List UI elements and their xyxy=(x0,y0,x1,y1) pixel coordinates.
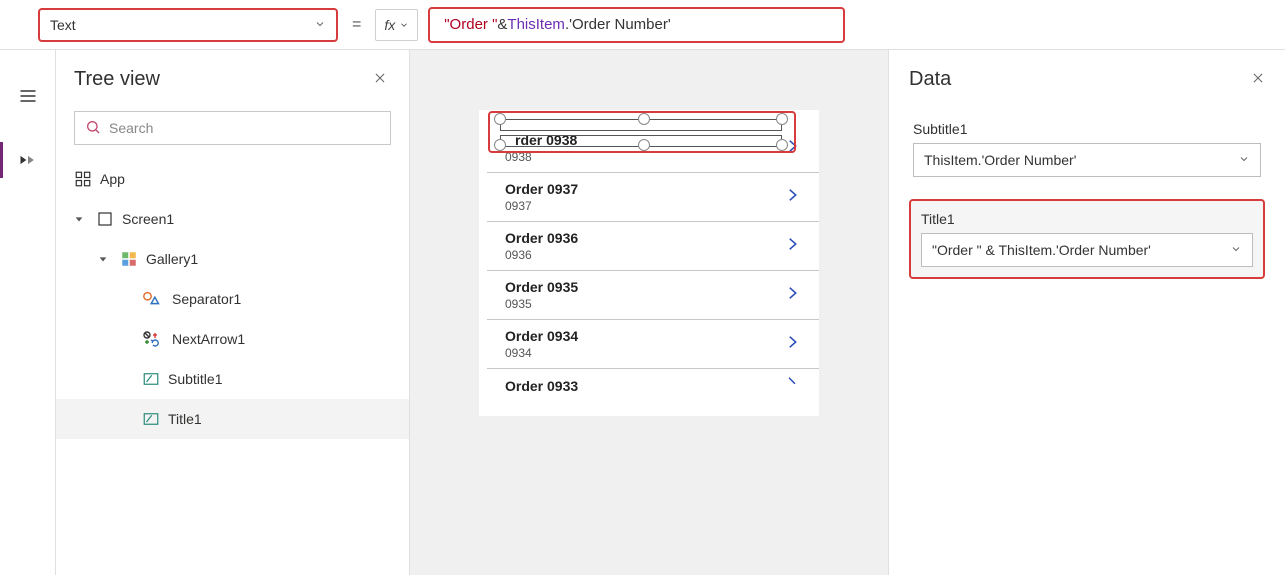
gallery-item-title: Order 0934 xyxy=(505,328,578,344)
formula-token-object: ThisItem xyxy=(507,16,565,33)
gallery-item-subtitle: 0934 xyxy=(505,346,578,360)
tree-view-panel: Tree view Search App Screen1 xyxy=(56,50,410,575)
tree-item-label: App xyxy=(100,171,125,187)
gallery-item-title: Order 0933 xyxy=(505,378,578,394)
tree-list: App Screen1 Gallery1 Separator1 xyxy=(56,159,409,575)
field-label: Subtitle1 xyxy=(913,121,1261,137)
tree-item-separator[interactable]: Separator1 xyxy=(56,279,409,319)
chevron-down-icon xyxy=(314,17,326,33)
tree-item-app[interactable]: App xyxy=(56,159,409,199)
tree-item-title[interactable]: Title1 xyxy=(56,399,409,439)
phone-screen: rder 0938 0938 Order 0937 0937 Order 0936 093… xyxy=(479,110,819,416)
label-icon xyxy=(142,370,160,388)
gallery-item-title: rder 0938 xyxy=(505,132,577,148)
canvas[interactable]: rder 0938 0938 Order 0937 0937 Order 0936 093… xyxy=(410,50,889,575)
tree-title: Tree view xyxy=(74,68,160,91)
next-arrow-icon xyxy=(142,330,164,348)
gallery-item-title: Order 0937 xyxy=(505,181,578,197)
formula-input[interactable]: "Order " & ThisItem.'Order Number' xyxy=(428,7,845,43)
next-arrow-icon[interactable] xyxy=(783,374,801,394)
next-arrow-icon[interactable] xyxy=(783,235,801,258)
app-icon xyxy=(74,170,92,188)
gallery-item[interactable]: rder 0938 0938 xyxy=(487,124,819,172)
gallery-item-subtitle: 0938 xyxy=(505,150,577,164)
property-select-value: Text xyxy=(50,17,76,33)
gallery-item-title: Order 0936 xyxy=(505,230,578,246)
gallery-icon xyxy=(120,250,138,268)
property-select[interactable]: Text xyxy=(38,8,338,42)
next-arrow-icon[interactable] xyxy=(783,186,801,209)
tree-item-label: Title1 xyxy=(168,411,202,427)
gallery-item[interactable]: Order 0935 0935 xyxy=(487,270,819,319)
gallery-item[interactable]: Order 0933 xyxy=(487,368,819,394)
tree-item-label: NextArrow1 xyxy=(172,331,245,347)
tree-item-label: Subtitle1 xyxy=(168,371,222,387)
gallery-item-subtitle: 0936 xyxy=(505,248,578,262)
gallery-item[interactable]: Order 0936 0936 xyxy=(487,221,819,270)
close-icon[interactable] xyxy=(1251,71,1265,88)
close-icon[interactable] xyxy=(373,71,387,88)
field-value: ThisItem.'Order Number' xyxy=(924,152,1076,168)
hamburger-icon[interactable] xyxy=(8,78,48,114)
tree-item-nextarrow[interactable]: NextArrow1 xyxy=(56,319,409,359)
field-select[interactable]: ThisItem.'Order Number' xyxy=(913,143,1261,177)
fx-button[interactable]: fx xyxy=(375,9,418,41)
gallery-item-subtitle: 0937 xyxy=(505,199,578,213)
next-arrow-icon[interactable] xyxy=(783,333,801,356)
search-input[interactable]: Search xyxy=(74,111,391,145)
tree-item-gallery[interactable]: Gallery1 xyxy=(56,239,409,279)
field-label: Title1 xyxy=(921,211,1253,227)
data-header: Data xyxy=(909,68,1265,91)
search-placeholder: Search xyxy=(109,120,153,136)
formula-token-op: & xyxy=(497,16,507,33)
search-icon xyxy=(85,119,101,138)
field-value: "Order " & ThisItem.'Order Number' xyxy=(932,242,1151,258)
tree-item-subtitle[interactable]: Subtitle1 xyxy=(56,359,409,399)
left-rail xyxy=(0,50,56,575)
expander-icon[interactable] xyxy=(74,214,84,224)
gallery-item[interactable]: Order 0934 0934 xyxy=(487,319,819,368)
formula-token-string: "Order " xyxy=(444,16,497,33)
label-icon xyxy=(142,410,160,428)
chevron-down-icon xyxy=(1238,152,1250,168)
tree-item-label: Screen1 xyxy=(122,211,174,227)
gallery-item[interactable]: Order 0937 0937 xyxy=(487,172,819,221)
field-title: Title1 "Order " & ThisItem.'Order Number… xyxy=(909,199,1265,279)
data-panel: Data Subtitle1 ThisItem.'Order Number' T… xyxy=(889,50,1285,575)
tree-header: Tree view xyxy=(56,50,409,103)
tree-item-label: Gallery1 xyxy=(146,251,198,267)
field-select[interactable]: "Order " & ThisItem.'Order Number' xyxy=(921,233,1253,267)
chevron-down-icon xyxy=(1230,242,1242,258)
gallery-item-subtitle: 0935 xyxy=(505,297,578,311)
tree-item-label: Separator1 xyxy=(172,291,241,307)
separator-icon xyxy=(142,290,164,308)
fx-label: fx xyxy=(384,17,395,33)
next-arrow-icon[interactable] xyxy=(783,284,801,307)
formula-token-field: 'Order Number' xyxy=(569,16,671,33)
gallery-item-title: Order 0935 xyxy=(505,279,578,295)
field-subtitle: Subtitle1 ThisItem.'Order Number' xyxy=(909,117,1265,181)
expander-icon[interactable] xyxy=(98,254,108,264)
screen-icon xyxy=(96,210,114,228)
formula-bar: Text = fx "Order " & ThisItem.'Order Num… xyxy=(0,0,1285,50)
tree-item-screen[interactable]: Screen1 xyxy=(56,199,409,239)
tree-view-icon[interactable] xyxy=(8,142,48,178)
next-arrow-icon[interactable] xyxy=(783,137,801,160)
chevron-down-icon xyxy=(399,20,409,30)
equals-sign: = xyxy=(352,16,361,34)
data-title: Data xyxy=(909,68,951,91)
